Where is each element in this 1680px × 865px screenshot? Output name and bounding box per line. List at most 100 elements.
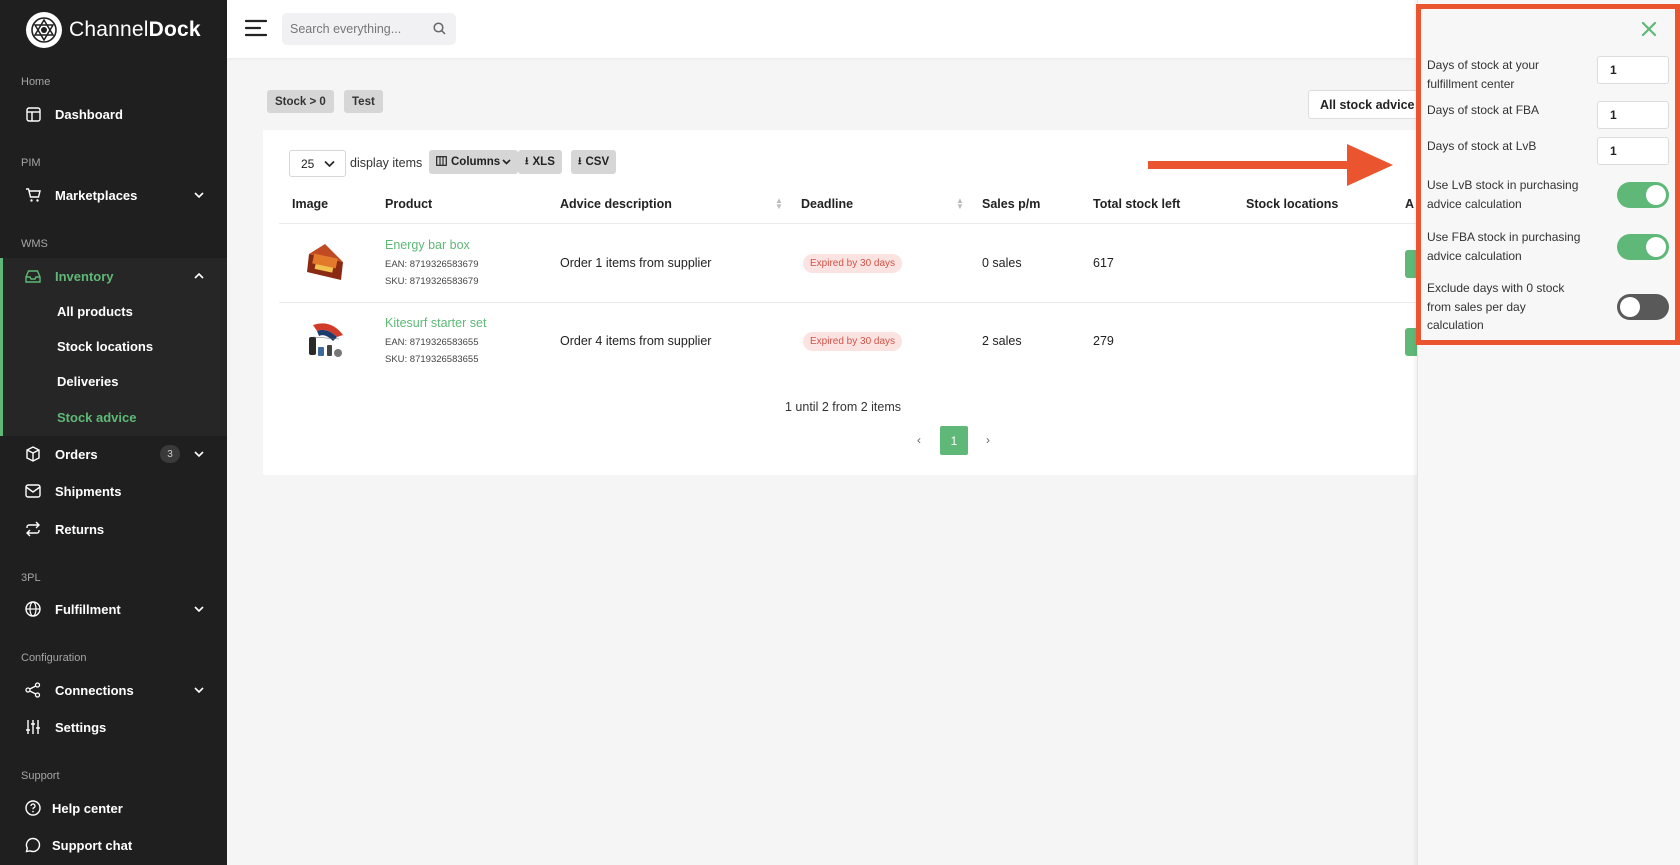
- total-stock-left: 279: [1093, 334, 1114, 348]
- section-wms: WMS: [21, 238, 48, 250]
- section-pim: PIM: [21, 157, 41, 169]
- sidebar-subitem-stock-advice[interactable]: Stock advice: [57, 410, 137, 425]
- sidebar-subitem-all-products[interactable]: All products: [57, 304, 133, 319]
- inbox-icon: [25, 268, 41, 284]
- sidebar-item-shipments[interactable]: Shipments: [0, 473, 227, 509]
- all-stock-advice-dropdown[interactable]: All stock advice: [1308, 90, 1428, 119]
- share-icon: [25, 682, 41, 698]
- sidebar-item-label: Marketplaces: [55, 187, 138, 203]
- setting-label-fba-days: Days of stock at FBA: [1427, 103, 1540, 117]
- close-icon[interactable]: [1640, 20, 1658, 38]
- sidebar-item-orders[interactable]: Orders 3: [0, 436, 227, 472]
- advice-description: Order 1 items from supplier: [560, 256, 712, 270]
- per-page-value: 25: [301, 156, 315, 171]
- filter-chip-test[interactable]: Test: [344, 90, 383, 113]
- sidebar-item-label: Inventory: [55, 268, 114, 284]
- chevron-down-icon: [194, 606, 204, 613]
- search-icon[interactable]: [433, 22, 446, 35]
- fulfillment-days-input[interactable]: [1597, 56, 1669, 84]
- orders-count-badge: 3: [160, 445, 180, 463]
- column-header-sales[interactable]: Sales p/m: [982, 197, 1040, 211]
- chevron-down-icon: [194, 687, 204, 694]
- chevron-down-icon: [194, 192, 204, 199]
- columns-label: Columns: [451, 156, 501, 168]
- column-header-image: Image: [292, 197, 329, 211]
- channeldock-logo-icon: [26, 12, 62, 48]
- column-header-deadline[interactable]: Deadline: [801, 197, 853, 211]
- product-link[interactable]: Kitesurf starter set: [385, 316, 486, 330]
- filter-chip-stock[interactable]: Stock > 0: [267, 90, 334, 113]
- lvb-days-input[interactable]: [1597, 137, 1669, 165]
- pagination-info: 1 until 2 from 2 items: [784, 400, 901, 414]
- column-header-stock-locations[interactable]: Stock locations: [1246, 197, 1338, 211]
- help-circle-icon: [25, 800, 41, 816]
- download-icon: ⭳: [578, 155, 582, 167]
- chevron-down-icon: [324, 160, 335, 168]
- chat-bubble-icon: [25, 837, 41, 853]
- columns-button[interactable]: Columns: [429, 150, 519, 174]
- sidebar-item-label: Fulfillment: [55, 601, 121, 617]
- product-sku: SKU: 8719326583655: [385, 354, 479, 365]
- menu-icon[interactable]: [245, 18, 267, 38]
- brand-logo[interactable]: ChannelDock: [26, 12, 201, 48]
- sidebar-item-support-chat[interactable]: Support chat: [0, 827, 227, 863]
- section-support: Support: [21, 770, 60, 782]
- product-image-energy-bar[interactable]: [303, 240, 349, 286]
- dashboard-icon: [25, 106, 41, 122]
- column-header-product[interactable]: Product: [385, 197, 432, 211]
- deadline-badge: Expired by 30 days: [803, 254, 903, 273]
- sidebar-item-inventory[interactable]: Inventory: [0, 258, 227, 294]
- product-ean: EAN: 8719326583655: [385, 337, 479, 348]
- sidebar-item-label: Shipments: [55, 483, 122, 499]
- export-xls-button[interactable]: ⭳ XLS: [518, 150, 562, 174]
- sidebar-item-label: Returns: [55, 521, 105, 537]
- sort-icon[interactable]: ▲ ▼: [775, 197, 783, 211]
- sidebar-item-marketplaces[interactable]: Marketplaces: [0, 177, 227, 213]
- sidebar-subitem-stock-locations[interactable]: Stock locations: [57, 339, 153, 354]
- setting-label-use-fba: Use FBA stock in purchasing advice calcu…: [1427, 230, 1581, 263]
- product-ean: EAN: 8719326583679: [385, 259, 479, 270]
- sidebar-item-label: Orders: [55, 446, 98, 462]
- setting-label-use-lvb: Use LvB stock in purchasing advice calcu…: [1427, 178, 1579, 211]
- per-page-select[interactable]: 25: [289, 150, 346, 177]
- sidebar-item-connections[interactable]: Connections: [0, 672, 227, 708]
- sidebar-item-label: Dashboard: [55, 106, 123, 122]
- sidebar-subitem-deliveries[interactable]: Deliveries: [57, 374, 118, 389]
- sidebar-item-label: Help center: [52, 800, 123, 816]
- sliders-icon: [25, 719, 41, 735]
- total-stock-left: 617: [1093, 256, 1114, 270]
- pagination-prev[interactable]: ‹: [917, 433, 921, 447]
- search-input[interactable]: [282, 13, 422, 45]
- setting-label-fulfillment-days: Days of stock at your fulfillment center: [1427, 58, 1540, 91]
- export-csv-button[interactable]: ⭳ CSV: [571, 150, 617, 174]
- chevron-up-icon: [194, 272, 204, 279]
- xls-label: XLS: [532, 156, 555, 168]
- columns-icon: [436, 155, 447, 169]
- product-link[interactable]: Energy bar box: [385, 238, 470, 252]
- sidebar-item-label: Settings: [55, 719, 107, 735]
- header-divider: [279, 223, 1423, 224]
- pagination-current-page[interactable]: 1: [940, 426, 968, 455]
- toggle-knob: [1646, 237, 1666, 257]
- sales-per-month: 0 sales: [982, 256, 1022, 270]
- sort-icon[interactable]: ▲ ▼: [956, 197, 964, 211]
- sidebar-item-returns[interactable]: Returns: [0, 511, 227, 547]
- column-header-advice[interactable]: Advice description: [560, 197, 672, 211]
- exclude-zero-stock-toggle[interactable]: [1617, 294, 1669, 320]
- sidebar-item-help-center[interactable]: Help center: [0, 790, 227, 826]
- repeat-icon: [25, 521, 41, 537]
- product-image-kitesurf[interactable]: [303, 317, 349, 363]
- section-home: Home: [21, 76, 51, 88]
- sidebar-item-fulfillment[interactable]: Fulfillment: [0, 591, 227, 627]
- sidebar-item-settings[interactable]: Settings: [0, 709, 227, 745]
- column-header-total-stock[interactable]: Total stock left: [1093, 197, 1180, 211]
- use-lvb-toggle[interactable]: [1617, 182, 1669, 208]
- product-sku: SKU: 8719326583679: [385, 276, 479, 287]
- pagination-next[interactable]: ›: [986, 433, 990, 447]
- advice-description: Order 4 items from supplier: [560, 334, 712, 348]
- sidebar-item-dashboard[interactable]: Dashboard: [0, 96, 227, 132]
- search-box: [282, 13, 456, 45]
- use-fba-toggle[interactable]: [1617, 234, 1669, 260]
- fba-days-input[interactable]: [1597, 101, 1669, 129]
- row-divider: [279, 302, 1423, 303]
